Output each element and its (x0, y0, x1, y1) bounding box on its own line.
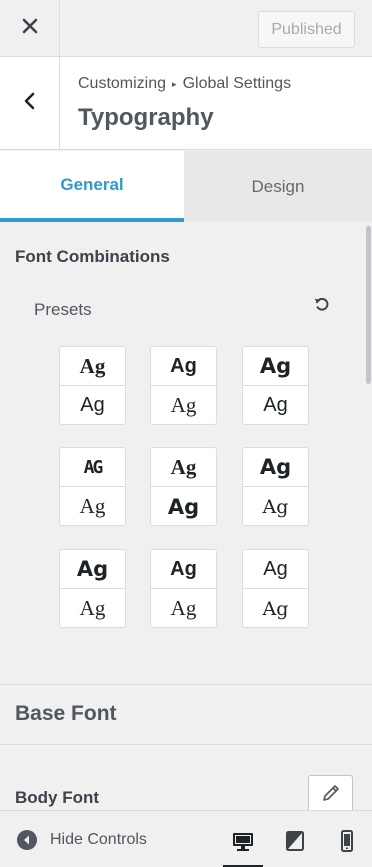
preset-body-sample: Ag (263, 394, 288, 416)
desktop-icon (232, 831, 254, 858)
preset-heading-sample: Ag (151, 550, 216, 589)
publish-button[interactable]: Published (258, 11, 355, 48)
font-preset[interactable]: Ag Ag (150, 447, 217, 526)
hide-controls-button[interactable]: Hide Controls (16, 811, 147, 867)
breadcrumb: Customizing ▸ Global Settings (78, 75, 291, 93)
pencil-icon (321, 783, 341, 808)
font-preset[interactable]: Ag Ag (150, 346, 217, 425)
presets-label: Presets (34, 300, 92, 319)
tab-design[interactable]: Design (184, 151, 372, 222)
page-title: Typography (78, 104, 214, 131)
customizer-footer: Hide Controls (0, 810, 372, 867)
tablet-icon (284, 830, 306, 857)
base-font-heading: Base Font (15, 702, 117, 725)
font-combinations-heading: Font Combinations (15, 247, 170, 266)
mobile-preview-button[interactable] (327, 823, 367, 863)
tab-general[interactable]: General (0, 151, 184, 222)
font-preset[interactable]: Ag Ag (59, 549, 126, 628)
chevron-left-icon (23, 92, 37, 115)
breadcrumb-current: Global Settings (182, 75, 292, 92)
breadcrumb-separator: ▸ (172, 78, 177, 89)
font-preset[interactable]: AG Ag (59, 447, 126, 526)
body-font-row: Body Font (0, 745, 372, 815)
desktop-preview-button[interactable] (223, 823, 263, 867)
preset-heading-sample: Ag (243, 347, 308, 386)
preset-heading-sample: Ag (243, 448, 308, 487)
preset-body-sample: Ag (262, 495, 289, 518)
preset-body-sample: Ag (80, 394, 105, 416)
edit-body-font-button[interactable] (308, 775, 353, 815)
preset-body-sample: Ag (170, 596, 197, 620)
base-font-section: Base Font (0, 684, 372, 745)
section-header: Customizing ▸ Global Settings Typography (0, 57, 372, 150)
collapse-arrow-icon (16, 829, 38, 851)
font-preset[interactable]: Ag Ag (242, 346, 309, 425)
preset-body-sample: Ag (170, 393, 197, 417)
close-button[interactable] (0, 0, 60, 56)
tab-bar: General Design (0, 151, 372, 222)
customizer-topbar: Published (0, 0, 372, 57)
preset-heading-sample: Ag (60, 347, 125, 386)
font-preset[interactable]: Ag Ag (242, 549, 309, 628)
mobile-icon (336, 829, 358, 857)
body-font-label: Body Font (15, 788, 100, 807)
breadcrumb-parent: Customizing (78, 75, 167, 92)
preset-heading-sample: Ag (243, 550, 308, 589)
font-preset[interactable]: Ag Ag (242, 447, 309, 526)
preset-heading-sample: Ag (151, 347, 216, 386)
undo-icon[interactable] (311, 293, 333, 315)
hide-controls-label: Hide Controls (50, 830, 147, 848)
tablet-preview-button[interactable] (275, 823, 315, 863)
preset-body-sample: Ag (262, 597, 289, 620)
preset-body-sample: Ag (79, 596, 106, 620)
preset-body-sample: Ag (167, 494, 200, 519)
preset-heading-sample: Ag (60, 550, 125, 589)
panel-scrollbar[interactable] (366, 226, 371, 384)
font-preset[interactable]: Ag Ag (150, 549, 217, 628)
font-preset[interactable]: Ag Ag (59, 346, 126, 425)
back-button[interactable] (0, 57, 60, 149)
close-icon (22, 18, 38, 39)
preset-heading-sample: AG (60, 448, 125, 487)
preset-body-sample: Ag (79, 494, 106, 518)
font-combinations-panel: Font Combinations Presets Ag Ag Ag Ag Ag… (0, 222, 372, 684)
preset-heading-sample: Ag (151, 448, 216, 487)
